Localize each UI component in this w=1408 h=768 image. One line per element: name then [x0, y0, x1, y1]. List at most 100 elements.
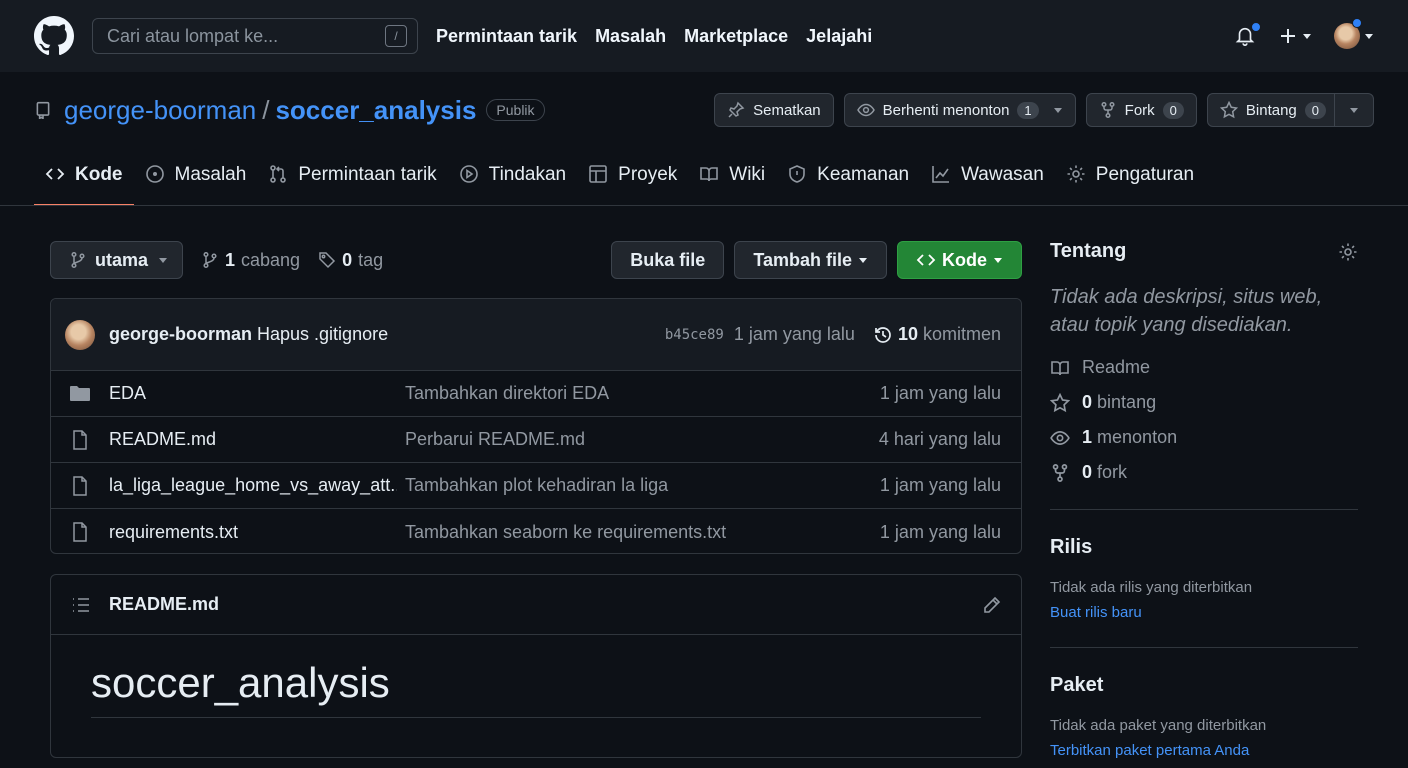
caret-down-icon — [859, 258, 867, 263]
book-icon — [700, 167, 719, 182]
releases-title[interactable]: Rilis — [1050, 536, 1358, 559]
star-button[interactable]: Bintang 0 — [1206, 93, 1374, 127]
file-name[interactable]: EDA — [109, 383, 397, 404]
file-commit-message[interactable]: Tambahkan direktori EDA — [405, 383, 880, 404]
gear-icon — [1067, 165, 1085, 183]
go-to-file-button[interactable]: Buka file — [611, 241, 725, 279]
branches-link[interactable]: 1 cabang — [201, 250, 300, 271]
stars-label: bintang — [1097, 392, 1157, 412]
pin-button[interactable]: Sematkan — [714, 93, 834, 127]
unwatch-button[interactable]: Berhenti menonton 1 — [843, 93, 1076, 127]
fork-button[interactable]: Fork 0 — [1085, 93, 1197, 127]
search-input[interactable]: Cari atau lompat ke... / — [92, 18, 418, 54]
tab-pull-requests[interactable]: Permintaan tarik — [257, 152, 447, 206]
fork-count: 0 — [1162, 101, 1184, 119]
watchers-link[interactable]: 1 menonton — [1050, 427, 1358, 448]
commits-link[interactable]: 10 komitmen — [873, 324, 1001, 345]
tab-code[interactable]: Kode — [34, 152, 134, 206]
shield-icon — [789, 165, 805, 183]
top-nav: Permintaan tarik Masalah Marketplace Jel… — [436, 26, 872, 47]
file-row[interactable]: EDA Tambahkan direktori EDA 1 jam yang l… — [51, 371, 1021, 417]
file-name[interactable]: README.md — [109, 429, 397, 450]
list-icon[interactable] — [71, 596, 91, 614]
pencil-icon[interactable] — [983, 596, 1001, 614]
forks-label: fork — [1097, 462, 1128, 482]
plus-icon — [1281, 29, 1295, 43]
tab-wiki[interactable]: Wiki — [688, 152, 776, 206]
pin-label: Sematkan — [753, 101, 821, 119]
about-description: Tidak ada deskripsi, situs web, atau top… — [1050, 286, 1323, 336]
file-icon — [73, 522, 87, 542]
commit-message[interactable]: Hapus .gitignore — [257, 324, 388, 345]
nav-marketplace[interactable]: Marketplace — [684, 26, 788, 47]
caret-down-icon — [1303, 34, 1311, 39]
issue-icon — [145, 165, 164, 183]
code-button[interactable]: Kode — [897, 241, 1022, 279]
tabs-divider — [0, 205, 1408, 206]
tab-code-label: Kode — [75, 164, 123, 185]
stars-link[interactable]: 0 bintang — [1050, 392, 1358, 413]
repo-owner-link[interactable]: george-boorman — [64, 95, 256, 126]
commit-author-avatar[interactable] — [65, 319, 95, 350]
nav-issues[interactable]: Masalah — [595, 26, 666, 47]
repo-sidebar: Tentang Tidak ada deskripsi, situs web, … — [1050, 240, 1358, 759]
nav-explore[interactable]: Jelajahi — [806, 26, 872, 47]
repo-tabs: Kode Masalah Permintaan tarik Tindakan P… — [34, 152, 1205, 206]
tab-issues-label: Masalah — [174, 164, 247, 185]
add-file-button[interactable]: Tambah file — [734, 241, 887, 279]
gear-icon[interactable] — [1338, 242, 1358, 262]
publish-package-link[interactable]: Terbitkan paket pertama Anda — [1050, 742, 1358, 759]
tab-actions[interactable]: Tindakan — [448, 152, 577, 206]
file-name[interactable]: la_liga_league_home_vs_away_att... — [109, 475, 397, 496]
file-commit-time: 1 jam yang lalu — [879, 521, 1001, 542]
file-commit-message[interactable]: Tambahkan plot kehadiran la liga — [405, 475, 880, 496]
stars-count: 0 — [1082, 392, 1093, 412]
watching-count: 1 — [1082, 427, 1093, 447]
tab-insights[interactable]: Wawasan — [920, 152, 1055, 206]
file-name[interactable]: requirements.txt — [109, 522, 397, 543]
about-header: Tentang — [1050, 240, 1358, 263]
star-list-dropdown[interactable] — [1334, 94, 1373, 126]
tab-issues[interactable]: Masalah — [134, 152, 258, 206]
caret-down-icon — [1350, 108, 1358, 113]
folder-icon — [70, 385, 90, 401]
about-title: Tentang — [1050, 240, 1127, 262]
file-list: george-boorman Hapus .gitignore b45ce89 … — [50, 298, 1022, 554]
user-menu-button[interactable] — [1334, 18, 1374, 49]
commit-sha[interactable]: b45ce89 — [665, 327, 724, 343]
caret-down-icon — [159, 258, 167, 263]
notifications-button[interactable] — [1234, 22, 1261, 47]
github-logo-icon[interactable] — [34, 16, 74, 56]
forks-link[interactable]: 0 fork — [1050, 462, 1358, 483]
readme-file-label[interactable]: README.md — [109, 594, 219, 615]
tab-security-label: Keamanan — [817, 164, 910, 185]
create-release-link[interactable]: Buat rilis baru — [1050, 604, 1358, 621]
repo-name-link[interactable]: soccer_analysis — [275, 95, 476, 126]
tab-security[interactable]: Keamanan — [776, 152, 920, 206]
eye-icon — [856, 103, 875, 117]
graph-icon — [932, 166, 950, 183]
create-new-button[interactable] — [1278, 26, 1312, 46]
file-commit-message[interactable]: Tambahkan seaborn ke requirements.txt — [405, 522, 880, 543]
pin-icon — [728, 101, 745, 118]
project-table-icon — [589, 165, 607, 183]
code-icon — [45, 168, 65, 180]
readme-link[interactable]: Readme — [1050, 357, 1358, 378]
file-row[interactable]: la_liga_league_home_vs_away_att... Tamba… — [51, 463, 1021, 509]
tags-link[interactable]: 0 tag — [318, 250, 383, 271]
commit-author[interactable]: george-boorman — [109, 324, 252, 345]
fork-label: Fork — [1124, 101, 1155, 119]
latest-commit: george-boorman Hapus .gitignore b45ce89 … — [51, 299, 1021, 371]
packages-title[interactable]: Paket — [1050, 674, 1358, 697]
commit-count: 10 — [897, 324, 918, 344]
readme-title: soccer_analysis — [91, 659, 981, 718]
file-row[interactable]: README.md Perbarui README.md 4 hari yang… — [51, 417, 1021, 463]
file-commit-message[interactable]: Perbarui README.md — [405, 429, 879, 450]
avatar-status-dot — [1352, 18, 1362, 28]
branch-selector[interactable]: utama — [50, 241, 183, 279]
caret-down-icon[interactable] — [1053, 105, 1063, 115]
file-row[interactable]: requirements.txt Tambahkan seaborn ke re… — [51, 509, 1021, 553]
tab-settings[interactable]: Pengaturan — [1055, 152, 1205, 206]
tab-projects[interactable]: Proyek — [577, 152, 688, 206]
nav-pull-requests[interactable]: Permintaan tarik — [436, 26, 577, 47]
